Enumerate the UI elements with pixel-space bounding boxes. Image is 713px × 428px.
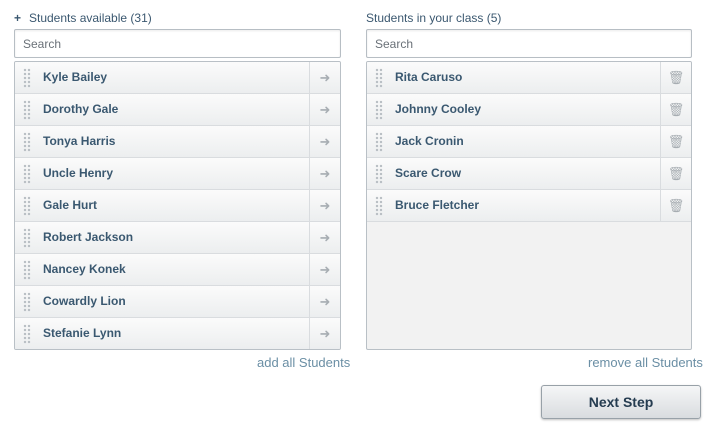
student-name: Kyle Bailey — [43, 70, 108, 84]
available-students-title: Students available (31) — [29, 11, 152, 25]
available-search-input[interactable] — [15, 30, 340, 57]
student-name: Bruce Fletcher — [395, 198, 480, 212]
arrow-right-icon[interactable]: ➜ — [309, 126, 340, 157]
drag-handle-icon[interactable] — [23, 196, 31, 216]
drag-handle-icon[interactable] — [375, 132, 383, 152]
drag-handle-icon[interactable] — [23, 228, 31, 248]
trash-icon[interactable]: 🗑 — [660, 94, 691, 125]
available-student-row[interactable]: Gale Hurt ➜ — [15, 190, 340, 222]
student-name: Cowardly Lion — [43, 294, 126, 308]
arrow-right-icon[interactable]: ➜ — [309, 94, 340, 125]
drag-handle-icon[interactable] — [375, 68, 383, 88]
student-name: Scare Crow — [395, 166, 462, 180]
class-student-row[interactable]: Rita Caruso 🗑 — [367, 62, 691, 94]
available-student-row[interactable]: Kyle Bailey ➜ — [15, 62, 340, 94]
available-student-row[interactable]: Nancey Konek ➜ — [15, 254, 340, 286]
next-step-button[interactable]: Next Step — [541, 385, 701, 419]
drag-handle-icon[interactable] — [23, 132, 31, 152]
available-students-list: Kyle Bailey ➜ Dorothy Gale ➜ Tonya Harris ➜… — [14, 61, 341, 350]
add-all-students-link[interactable]: add all Students — [257, 355, 350, 370]
class-students-list: Rita Caruso 🗑 Johnny Cooley 🗑 Jack Cronin 🗑… — [366, 61, 692, 350]
drag-handle-icon[interactable] — [23, 260, 31, 280]
drag-handle-icon[interactable] — [23, 164, 31, 184]
student-name: Jack Cronin — [395, 134, 464, 148]
available-student-row[interactable]: Tonya Harris ➜ — [15, 126, 340, 158]
arrow-right-icon[interactable]: ➜ — [309, 286, 340, 317]
class-student-row[interactable]: Scare Crow 🗑 — [367, 158, 691, 190]
remove-all-students-link[interactable]: remove all Students — [588, 355, 703, 370]
available-student-row[interactable]: Robert Jackson ➜ — [15, 222, 340, 254]
class-student-row[interactable]: Johnny Cooley 🗑 — [367, 94, 691, 126]
drag-handle-icon[interactable] — [23, 68, 31, 88]
arrow-right-icon[interactable]: ➜ — [309, 222, 340, 253]
available-search-field[interactable] — [14, 29, 341, 58]
arrow-right-icon[interactable]: ➜ — [309, 318, 340, 349]
student-name: Tonya Harris — [43, 134, 116, 148]
available-student-row[interactable]: Cowardly Lion ➜ — [15, 286, 340, 318]
available-student-row[interactable]: Uncle Henry ➜ — [15, 158, 340, 190]
student-name: Robert Jackson — [43, 230, 134, 244]
drag-handle-icon[interactable] — [23, 292, 31, 312]
plus-icon[interactable]: + — [14, 10, 24, 27]
student-name: Johnny Cooley — [395, 102, 482, 116]
trash-icon[interactable]: 🗑 — [660, 62, 691, 93]
drag-handle-icon[interactable] — [375, 164, 383, 184]
available-student-row[interactable]: Stefanie Lynn ➜ — [15, 318, 340, 349]
available-students-header: + Students available (31) — [14, 10, 341, 27]
trash-icon[interactable]: 🗑 — [660, 158, 691, 189]
arrow-right-icon[interactable]: ➜ — [309, 190, 340, 221]
student-name: Gale Hurt — [43, 198, 98, 212]
arrow-right-icon[interactable]: ➜ — [309, 62, 340, 93]
available-student-row[interactable]: Dorothy Gale ➜ — [15, 94, 340, 126]
student-name: Uncle Henry — [43, 166, 114, 180]
trash-icon[interactable]: 🗑 — [660, 190, 691, 221]
arrow-right-icon[interactable]: ➜ — [309, 158, 340, 189]
drag-handle-icon[interactable] — [375, 196, 383, 216]
class-student-row[interactable]: Jack Cronin 🗑 — [367, 126, 691, 158]
class-students-panel: Students in your class (5) Rita Caruso 🗑 … — [366, 10, 692, 350]
student-name: Nancey Konek — [43, 262, 126, 276]
student-name: Rita Caruso — [395, 70, 463, 84]
class-students-title: Students in your class (5) — [366, 11, 502, 25]
student-name: Stefanie Lynn — [43, 326, 122, 340]
drag-handle-icon[interactable] — [375, 100, 383, 120]
drag-handle-icon[interactable] — [23, 324, 31, 344]
class-search-field[interactable] — [366, 29, 692, 58]
trash-icon[interactable]: 🗑 — [660, 126, 691, 157]
student-name: Dorothy Gale — [43, 102, 119, 116]
drag-handle-icon[interactable] — [23, 100, 31, 120]
class-search-input[interactable] — [367, 30, 691, 57]
arrow-right-icon[interactable]: ➜ — [309, 254, 340, 285]
class-student-row[interactable]: Bruce Fletcher 🗑 — [367, 190, 691, 222]
available-students-panel: + Students available (31) Kyle Bailey ➜ Do… — [14, 10, 341, 350]
